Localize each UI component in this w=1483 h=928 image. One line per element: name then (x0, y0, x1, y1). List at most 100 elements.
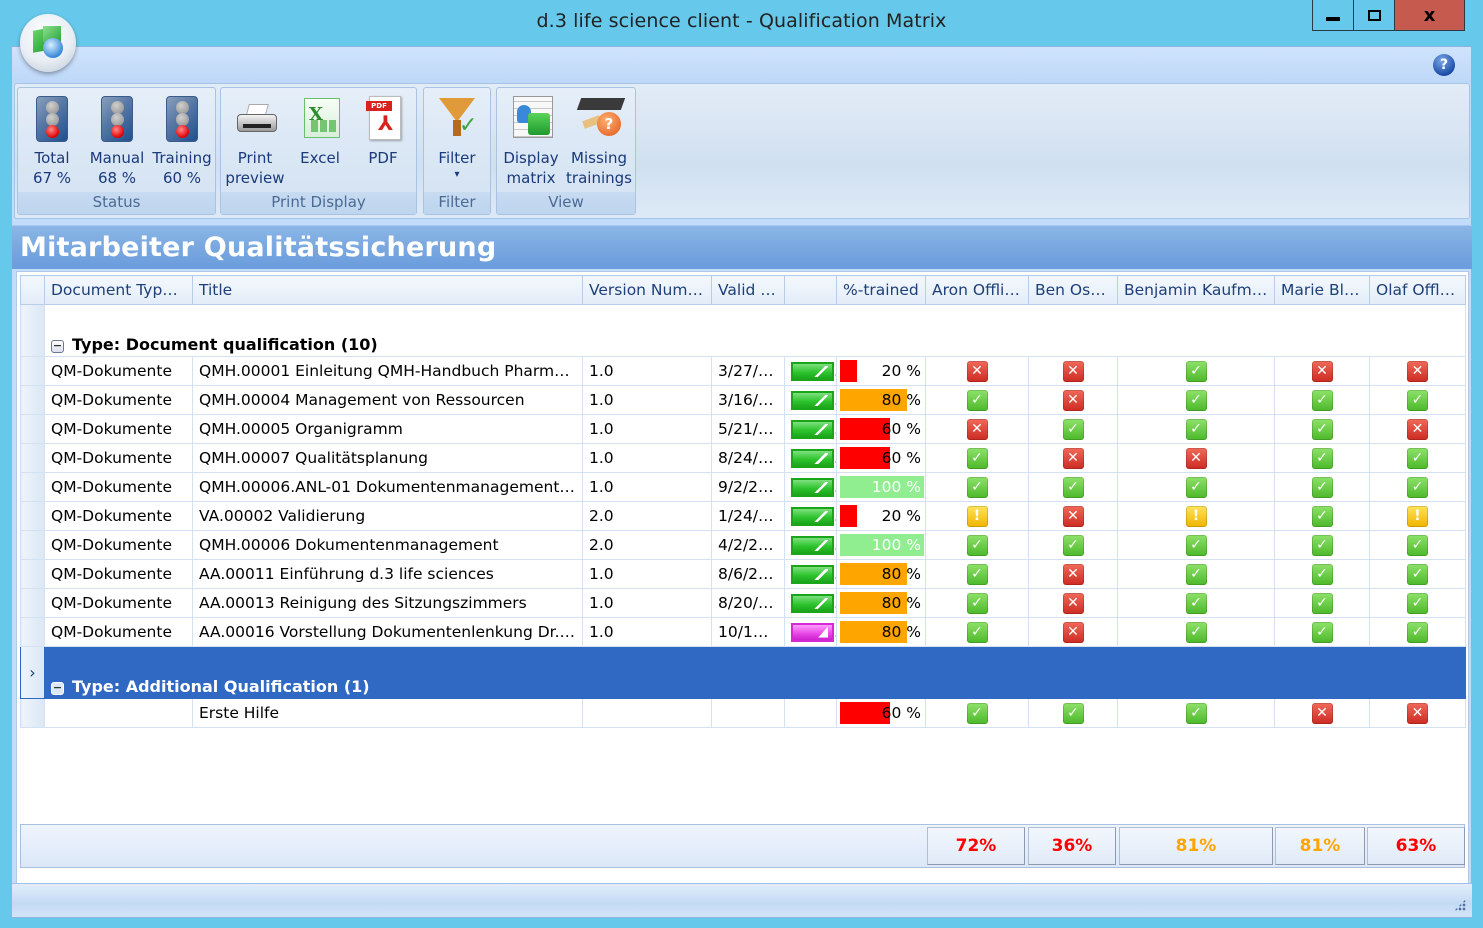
row-indicator[interactable] (20, 385, 45, 415)
row-indicator[interactable] (20, 698, 45, 728)
column-header-status[interactable] (784, 275, 837, 305)
cross-icon[interactable]: ✕ (1062, 447, 1084, 469)
check-icon[interactable]: ✓ (966, 592, 988, 614)
cross-icon[interactable]: ✕ (1311, 702, 1333, 724)
column-header-employee[interactable]: Benjamin Kaufmann (1117, 275, 1275, 305)
column-header-title[interactable]: Title (192, 275, 583, 305)
group-row[interactable]: › − Type: Additional Qualification (1) (20, 646, 1466, 699)
check-icon[interactable]: ✓ (1311, 534, 1333, 556)
table-row[interactable]: QM-Dokumente VA.00002 Validierung 2.0 1/24/… (20, 501, 1466, 531)
column-header-employee[interactable]: Aron Offline (925, 275, 1029, 305)
filter-button[interactable]: ✓ Filter ▾ (426, 88, 488, 192)
check-icon[interactable]: ✓ (1185, 702, 1207, 724)
check-icon[interactable]: ✓ (966, 621, 988, 643)
document-status-icon[interactable] (791, 477, 834, 497)
check-icon[interactable]: ✓ (1062, 418, 1084, 440)
column-header-valid-from[interactable]: Valid f... (711, 275, 785, 305)
collapse-group-icon[interactable]: − (51, 682, 64, 695)
row-indicator[interactable] (20, 501, 45, 531)
status-manual-button[interactable]: Manual 68 % (86, 88, 148, 192)
column-header-employee[interactable]: Marie Blau (1274, 275, 1370, 305)
cross-icon[interactable]: ✕ (1062, 389, 1084, 411)
document-status-icon[interactable] (791, 593, 834, 613)
check-icon[interactable]: ✓ (1185, 534, 1207, 556)
close-button[interactable]: x (1395, 0, 1464, 30)
warning-icon[interactable]: ! (966, 505, 988, 527)
column-header-document-type[interactable]: Document Type ▲ (44, 275, 193, 305)
check-icon[interactable]: ✓ (1185, 418, 1207, 440)
table-row[interactable]: QM-Dokumente QMH.00001 Einleitung QMH-Han… (20, 356, 1466, 386)
table-row[interactable]: QM-Dokumente AA.00016 Vorstellung Dokumen… (20, 617, 1466, 647)
row-indicator[interactable] (20, 304, 45, 357)
row-indicator[interactable] (20, 356, 45, 386)
check-icon[interactable]: ✓ (966, 702, 988, 724)
print-preview-button[interactable]: Print preview (223, 88, 287, 192)
check-icon[interactable]: ✓ (1062, 476, 1084, 498)
table-row[interactable]: QM-Dokumente QMH.00007 Qualitätsplanung 1.… (20, 443, 1466, 473)
check-icon[interactable]: ✓ (1185, 621, 1207, 643)
check-icon[interactable]: ✓ (1311, 563, 1333, 585)
row-indicator[interactable] (20, 443, 45, 473)
cross-icon[interactable]: ✕ (1062, 621, 1084, 643)
cross-icon[interactable]: ✕ (1062, 592, 1084, 614)
row-indicator[interactable] (20, 530, 45, 560)
column-header-version-number[interactable]: Version Number (582, 275, 712, 305)
document-status-icon[interactable] (791, 506, 834, 526)
document-status-icon[interactable] (791, 361, 834, 381)
check-icon[interactable]: ✓ (1407, 389, 1428, 411)
resize-grip-icon[interactable] (1454, 899, 1466, 911)
check-icon[interactable]: ✓ (1185, 476, 1207, 498)
excel-export-button[interactable]: X Excel (291, 88, 349, 192)
check-icon[interactable]: ✓ (1311, 389, 1333, 411)
row-indicator[interactable] (20, 559, 45, 589)
table-row[interactable]: QM-Dokumente AA.00013 Reinigung des Sitzu… (20, 588, 1466, 618)
check-icon[interactable]: ✓ (1311, 592, 1333, 614)
document-status-icon[interactable] (791, 535, 834, 555)
check-icon[interactable]: ✓ (966, 447, 988, 469)
group-row[interactable]: − Type: Document qualification (10) (20, 304, 1466, 357)
document-status-icon[interactable] (791, 448, 834, 468)
pdf-export-button[interactable]: PDF ⅄ PDF (353, 88, 413, 192)
check-icon[interactable]: ✓ (1185, 563, 1207, 585)
check-icon[interactable]: ✓ (1311, 476, 1333, 498)
check-icon[interactable]: ✓ (1185, 592, 1207, 614)
cross-icon[interactable]: ✕ (1407, 702, 1428, 724)
check-icon[interactable]: ✓ (1407, 621, 1428, 643)
check-icon[interactable]: ✓ (1407, 563, 1428, 585)
document-status-icon[interactable] (791, 390, 834, 410)
document-status-icon[interactable] (791, 564, 834, 584)
table-row[interactable]: QM-Dokumente QMH.00006.ANL-01 Dokumentenm… (20, 472, 1466, 502)
status-training-button[interactable]: Training 60 % (150, 88, 214, 192)
check-icon[interactable]: ✓ (966, 476, 988, 498)
check-icon[interactable]: ✓ (1407, 592, 1428, 614)
column-header-employee[interactable]: Olaf Offline (1369, 275, 1466, 305)
check-icon[interactable]: ✓ (1407, 476, 1428, 498)
check-icon[interactable]: ✓ (1407, 534, 1428, 556)
status-total-button[interactable]: Total 67 % (22, 88, 82, 192)
table-row[interactable]: QM-Dokumente QMH.00005 Organigramm 1.0 5/21… (20, 414, 1466, 444)
table-row[interactable]: QM-Dokumente QMH.00004 Management von Res… (20, 385, 1466, 415)
document-status-icon[interactable] (791, 419, 834, 439)
missing-trainings-button[interactable]: ? Missing trainings (565, 88, 633, 192)
column-header-pct-trained[interactable]: %-trained (836, 275, 926, 305)
check-icon[interactable]: ✓ (1311, 621, 1333, 643)
cross-icon[interactable]: ✕ (966, 360, 988, 382)
table-row[interactable]: QM-Dokumente QMH.00006 Dokumentenmanageme… (20, 530, 1466, 560)
cross-icon[interactable]: ✕ (966, 418, 988, 440)
check-icon[interactable]: ✓ (966, 389, 988, 411)
table-row[interactable]: QM-Dokumente AA.00011 Einführung d.3 life… (20, 559, 1466, 589)
cross-icon[interactable]: ✕ (1062, 360, 1084, 382)
row-indicator[interactable] (20, 588, 45, 618)
check-icon[interactable]: ✓ (1407, 447, 1428, 469)
check-icon[interactable]: ✓ (1311, 418, 1333, 440)
row-indicator[interactable] (20, 414, 45, 444)
cross-icon[interactable]: ✕ (1407, 360, 1428, 382)
cross-icon[interactable]: ✕ (1311, 360, 1333, 382)
row-indicator[interactable]: › (20, 646, 45, 699)
minimize-button[interactable] (1313, 0, 1354, 30)
check-icon[interactable]: ✓ (1311, 447, 1333, 469)
document-status-icon[interactable] (791, 622, 834, 642)
warning-icon[interactable]: ! (1407, 505, 1428, 527)
check-icon[interactable]: ✓ (1062, 534, 1084, 556)
cross-icon[interactable]: ✕ (1062, 563, 1084, 585)
